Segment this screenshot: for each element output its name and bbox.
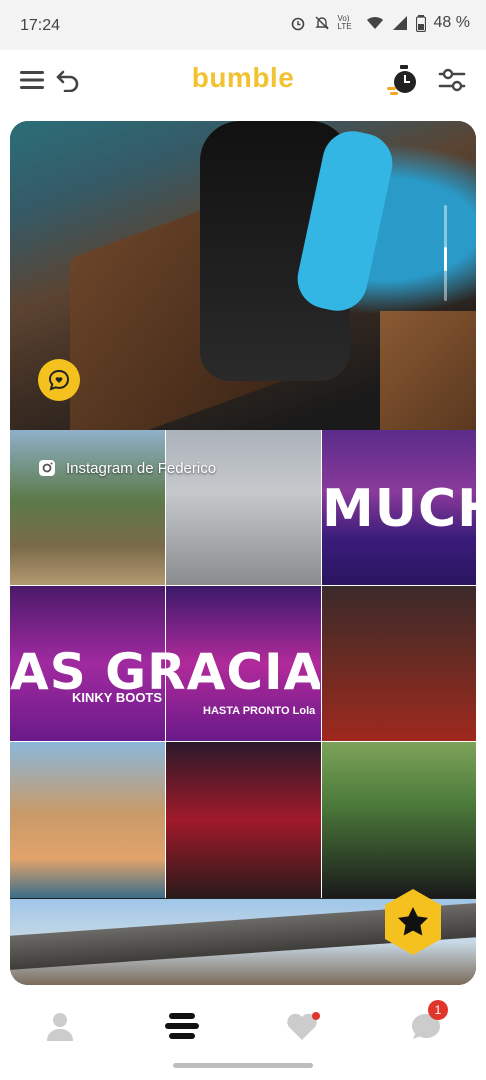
heart-bubble-icon: [48, 369, 70, 391]
clock: 17:24: [20, 17, 61, 34]
photo-rail: [380, 311, 476, 430]
star-icon: [385, 889, 441, 955]
instagram-photo[interactable]: [322, 742, 476, 898]
volte-label: Vo) LTE: [337, 14, 352, 31]
person-icon: [47, 1013, 73, 1041]
photo-text-much: MUCH: [322, 479, 476, 539]
battery-percent: 48 %: [433, 14, 470, 31]
top-bar: bumble: [0, 50, 486, 110]
photo-scroll-indicator: [444, 205, 447, 301]
instagram-photo[interactable]: [166, 742, 321, 898]
filter-icon: [438, 68, 466, 92]
mute-bell-icon: [314, 15, 330, 31]
home-indicator[interactable]: [173, 1063, 313, 1068]
photo-text-hasta-pronto: HASTA PRONTO Lola: [203, 705, 316, 717]
status-icons: Vo) LTE 48 %: [290, 14, 470, 32]
instagram-photo[interactable]: [10, 742, 165, 898]
instagram-icon: [39, 460, 55, 476]
photo-text-as-gracias: AS GRACIAS: [10, 643, 320, 701]
compliment-button[interactable]: [38, 359, 80, 401]
bottom-nav: 1: [0, 990, 486, 1060]
timer-icon: [387, 65, 416, 95]
superswipe-button[interactable]: [380, 887, 446, 957]
wifi-icon: [366, 15, 384, 31]
discover-icon: [165, 1013, 199, 1039]
nav-discover[interactable]: [160, 1004, 204, 1048]
nav-profile[interactable]: [38, 1004, 82, 1048]
instagram-header: Instagram de Federico: [38, 459, 216, 477]
heart-icon: [287, 1012, 320, 1040]
profile-card[interactable]: Instagram de Federico MUCH AS GRACIAS KI…: [10, 121, 476, 985]
signal-icon: [392, 15, 408, 31]
alarm-icon: [290, 15, 306, 31]
nav-liked-you[interactable]: [282, 1004, 326, 1048]
timer-button[interactable]: [386, 62, 422, 98]
status-bar: 17:24 Vo) LTE 48 %: [0, 0, 486, 50]
main-profile-photo[interactable]: [10, 121, 476, 459]
chat-badge: 1: [428, 1000, 448, 1020]
instagram-photo[interactable]: [10, 430, 165, 585]
instagram-photo[interactable]: [322, 586, 476, 741]
instagram-photo[interactable]: [166, 430, 321, 585]
filter-button[interactable]: [434, 62, 470, 98]
instagram-label: Instagram de Federico: [66, 459, 217, 477]
nav-chats[interactable]: 1: [404, 1000, 448, 1048]
photo-text-kinky-boots: KINKY BOOTS: [72, 690, 163, 705]
battery-icon: [415, 14, 426, 32]
